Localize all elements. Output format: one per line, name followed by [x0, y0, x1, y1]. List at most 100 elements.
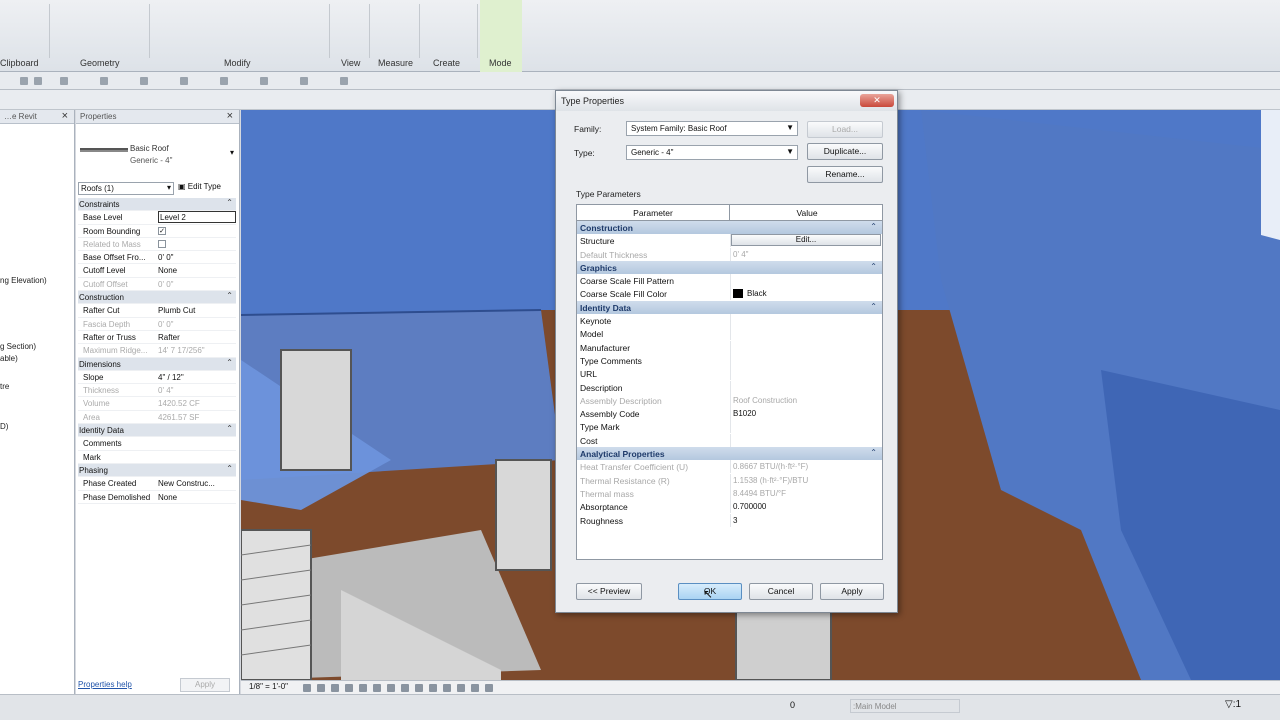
- property-row[interactable]: Slope 4" / 12": [78, 371, 236, 385]
- temp-view-icon[interactable]: [429, 684, 437, 692]
- property-value[interactable]: New Construc...: [158, 479, 236, 488]
- property-row[interactable]: Area 4261.57 SF: [78, 411, 236, 425]
- tool-icon[interactable]: [180, 77, 188, 85]
- property-row[interactable]: Volume 1420.52 CF: [78, 397, 236, 411]
- property-row[interactable]: Base Level Level 2: [78, 211, 236, 225]
- detail-level-icon[interactable]: [303, 684, 311, 692]
- properties-help-link[interactable]: Properties help: [78, 680, 132, 689]
- color-swatch[interactable]: [733, 289, 743, 299]
- tool-icon[interactable]: [220, 77, 228, 85]
- preview-button[interactable]: << Preview: [576, 583, 642, 600]
- tool-icon[interactable]: [340, 77, 348, 85]
- parameter-value[interactable]: B1020: [733, 409, 881, 418]
- property-category[interactable]: Constraints ⌃: [78, 198, 236, 212]
- tool-icon[interactable]: [140, 77, 148, 85]
- property-value[interactable]: 0' 0": [158, 253, 236, 262]
- parameter-row[interactable]: URL: [577, 367, 882, 381]
- browser-item[interactable]: ng Elevation): [0, 276, 47, 285]
- collapse-icon[interactable]: ⌃: [870, 302, 877, 311]
- property-category[interactable]: Phasing ⌃: [78, 463, 236, 478]
- measure-panel[interactable]: [370, 4, 420, 58]
- parameter-row[interactable]: Coarse Scale Fill Pattern: [577, 274, 882, 288]
- sun-path-icon[interactable]: [331, 684, 339, 692]
- property-category[interactable]: Identity Data ⌃: [78, 424, 236, 438]
- reveal-hidden-icon[interactable]: [415, 684, 423, 692]
- hide-isolate-icon[interactable]: [401, 684, 409, 692]
- view-scale[interactable]: 1/8" = 1'-0": [249, 682, 288, 691]
- parameter-column-header[interactable]: Parameter: [577, 205, 730, 221]
- family-select[interactable]: System Family: Basic Roof ▼: [626, 121, 798, 136]
- browser-item[interactable]: able): [0, 354, 18, 363]
- collapse-icon[interactable]: ⌃: [870, 222, 877, 231]
- collapse-icon[interactable]: ⌃: [226, 291, 233, 300]
- shadows-icon[interactable]: [345, 684, 353, 692]
- redo-icon[interactable]: [34, 77, 42, 85]
- apply-button[interactable]: Apply: [820, 583, 884, 600]
- property-row[interactable]: Phase Created New Construc...: [78, 477, 236, 491]
- parameter-row[interactable]: Assembly Description Roof Construction: [577, 393, 882, 407]
- parameter-value[interactable]: 3: [733, 516, 881, 525]
- parameter-row[interactable]: Model: [577, 327, 882, 341]
- property-value[interactable]: None: [158, 493, 236, 502]
- value-column-header[interactable]: Value: [731, 208, 882, 218]
- parameter-category[interactable]: Construction ⌃: [577, 221, 882, 235]
- constraints-icon[interactable]: [471, 684, 479, 692]
- checkbox[interactable]: ✓: [158, 226, 166, 235]
- parameter-row[interactable]: Structure Edit...: [577, 234, 882, 248]
- collapse-icon[interactable]: ⌃: [226, 464, 233, 473]
- collapse-icon[interactable]: ⌃: [870, 448, 877, 457]
- property-value[interactable]: Rafter: [158, 333, 236, 342]
- active-workset[interactable]: :Main Model: [850, 699, 960, 713]
- parameter-category[interactable]: Analytical Properties ⌃: [577, 447, 882, 461]
- browser-item[interactable]: tre: [0, 382, 9, 391]
- browser-item[interactable]: D): [0, 422, 8, 431]
- instance-filter[interactable]: Roofs (1) ▾: [78, 182, 174, 195]
- select-icon[interactable]: [60, 77, 68, 85]
- view-panel[interactable]: [330, 4, 370, 58]
- create-panel[interactable]: [420, 4, 478, 58]
- property-row[interactable]: Maximum Ridge... 14' 7 17/256": [78, 344, 236, 358]
- parameter-row[interactable]: Heat Transfer Coefficient (U) 0.8667 BTU/…: [577, 460, 882, 474]
- parameter-row[interactable]: Description: [577, 380, 882, 394]
- geometry-panel[interactable]: [50, 4, 150, 58]
- type-selector[interactable]: Basic Roof Generic - 4" ▾: [78, 128, 236, 180]
- edit-structure-button[interactable]: Edit...: [731, 234, 881, 247]
- cancel-button[interactable]: Cancel: [749, 583, 813, 600]
- crop-view-icon[interactable]: [359, 684, 367, 692]
- property-row[interactable]: Fascia Depth 0' 0": [78, 318, 236, 331]
- duplicate-button[interactable]: Duplicate...: [807, 143, 883, 160]
- property-row[interactable]: Comments: [78, 437, 236, 451]
- collapse-icon[interactable]: ⌃: [226, 424, 233, 433]
- property-row[interactable]: Room Bounding ✓: [78, 225, 236, 238]
- parameter-row[interactable]: Thermal Resistance (R) 1.1538 (h·ft²·°F)/…: [577, 473, 882, 487]
- property-value[interactable]: None: [158, 266, 236, 275]
- parameter-row[interactable]: Default Thickness 0' 4": [577, 247, 882, 261]
- property-value[interactable]: 4" / 12": [158, 373, 236, 382]
- browser-item[interactable]: g Section): [0, 342, 36, 351]
- parameter-row[interactable]: Roughness 3: [577, 513, 882, 527]
- tool-icon[interactable]: [300, 77, 308, 85]
- edit-type-button[interactable]: ▣ Edit Type: [178, 182, 221, 191]
- visual-style-icon[interactable]: [317, 684, 325, 692]
- tool-icon[interactable]: [260, 77, 268, 85]
- close-icon[interactable]: ×: [227, 110, 233, 122]
- parameter-value[interactable]: Black: [747, 289, 882, 298]
- property-row[interactable]: Thickness 0' 4": [78, 384, 236, 398]
- parameter-value[interactable]: 0.700000: [733, 502, 881, 511]
- property-value[interactable]: Plumb Cut: [158, 306, 236, 315]
- parameter-row[interactable]: Keynote: [577, 314, 882, 328]
- parameter-row[interactable]: Type Comments: [577, 353, 882, 367]
- collapse-icon[interactable]: [485, 684, 493, 692]
- collapse-icon[interactable]: ⌃: [870, 262, 877, 271]
- property-row[interactable]: Base Offset Fro... 0' 0": [78, 251, 236, 265]
- highlight-icon[interactable]: [457, 684, 465, 692]
- load-button[interactable]: Load...: [807, 121, 883, 138]
- parameter-row[interactable]: Type Mark: [577, 420, 882, 434]
- property-row[interactable]: Mark: [78, 451, 236, 464]
- property-row[interactable]: Rafter Cut Plumb Cut: [78, 304, 236, 318]
- property-row[interactable]: Phase Demolished None: [78, 491, 236, 504]
- parameter-category[interactable]: Identity Data ⌃: [577, 300, 882, 315]
- property-row[interactable]: Related to Mass: [78, 238, 236, 252]
- parameter-row[interactable]: Assembly Code B1020: [577, 407, 882, 421]
- clipboard-panel[interactable]: [0, 4, 50, 58]
